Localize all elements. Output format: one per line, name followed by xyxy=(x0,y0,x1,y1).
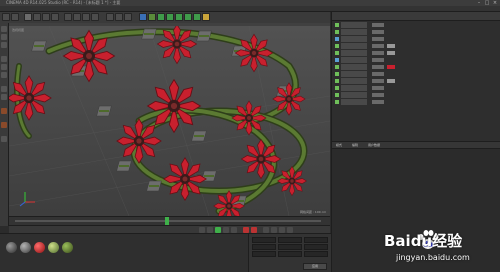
list-item[interactable] xyxy=(332,50,500,56)
x-axis-icon[interactable] xyxy=(64,13,72,21)
render-settings-icon[interactable] xyxy=(124,13,132,21)
list-item[interactable] xyxy=(332,43,500,49)
list-item[interactable] xyxy=(332,92,500,98)
position-x-field[interactable] xyxy=(252,237,276,243)
grid-spacing-info: 网格间距 : 100 cm xyxy=(300,210,327,214)
y-axis-icon[interactable] xyxy=(73,13,81,21)
snap-icon[interactable] xyxy=(1,86,7,92)
perspective-viewport[interactable] xyxy=(9,26,330,216)
array-icon[interactable] xyxy=(166,13,174,21)
redo-icon[interactable] xyxy=(11,13,19,21)
material-ball[interactable] xyxy=(48,242,59,253)
list-item[interactable] xyxy=(332,71,500,77)
sculpt-icon[interactable] xyxy=(1,108,7,114)
environment-icon[interactable] xyxy=(184,13,192,21)
undo-icon[interactable] xyxy=(2,13,10,21)
material-manager xyxy=(0,233,248,272)
axis-mode-icon[interactable] xyxy=(1,42,7,48)
list-item[interactable] xyxy=(332,22,500,28)
rotation-b-field[interactable] xyxy=(304,251,328,257)
model-mode-icon[interactable] xyxy=(1,26,7,32)
position-z-field[interactable] xyxy=(252,251,276,257)
render-picture-icon[interactable] xyxy=(115,13,123,21)
material-ball[interactable] xyxy=(62,242,73,253)
rotate-tool-icon[interactable] xyxy=(51,13,59,21)
baidu-watermark: du Baidu经验 jingyan.baidu.com xyxy=(384,226,494,266)
render-view-icon[interactable] xyxy=(106,13,114,21)
size-y-field[interactable] xyxy=(278,244,302,250)
size-x-field[interactable] xyxy=(278,237,302,243)
texture-mode-icon[interactable] xyxy=(1,34,7,40)
deformer-icon[interactable] xyxy=(175,13,183,21)
subdivision-icon[interactable] xyxy=(157,13,165,21)
list-item[interactable] xyxy=(332,36,500,42)
list-item[interactable] xyxy=(332,85,500,91)
list-item[interactable] xyxy=(332,78,500,84)
rotation-h-field[interactable] xyxy=(304,237,328,243)
material-ball[interactable] xyxy=(20,242,31,253)
workplane-icon[interactable] xyxy=(1,94,7,100)
polygons-mode-icon[interactable] xyxy=(1,72,7,78)
viewport-label: 透视视图 xyxy=(12,28,25,32)
position-y-field[interactable] xyxy=(252,244,276,250)
rotation-p-field[interactable] xyxy=(304,244,328,250)
light-icon[interactable] xyxy=(202,13,210,21)
pen-spline-icon[interactable] xyxy=(148,13,156,21)
list-item[interactable] xyxy=(332,99,500,105)
scene-render xyxy=(9,26,330,216)
paint-icon[interactable] xyxy=(1,122,7,128)
material-ball[interactable] xyxy=(34,242,45,253)
edges-mode-icon[interactable] xyxy=(1,64,7,70)
left-tool-palette xyxy=(0,23,9,226)
attribute-tabs: 模式 编辑 用户数据 xyxy=(332,142,500,149)
object-manager xyxy=(331,12,500,141)
tab-user-data[interactable]: 用户数据 xyxy=(368,143,380,147)
cube-icon[interactable] xyxy=(139,13,147,21)
object-manager-menu[interactable] xyxy=(332,12,500,21)
list-item[interactable] xyxy=(332,64,500,70)
coordinate-manager: 应用 xyxy=(248,233,331,272)
size-z-field[interactable] xyxy=(278,251,302,257)
tab-mode[interactable]: 模式 xyxy=(336,143,342,147)
material-ball[interactable] xyxy=(6,242,17,253)
coordinate-system-icon[interactable] xyxy=(91,13,99,21)
apply-button[interactable]: 应用 xyxy=(303,263,327,270)
list-item[interactable] xyxy=(332,29,500,35)
watermark-brand: Baidu经验 xyxy=(384,232,463,250)
move-tool-icon[interactable] xyxy=(33,13,41,21)
z-axis-icon[interactable] xyxy=(82,13,90,21)
scale-tool-icon[interactable] xyxy=(42,13,50,21)
list-item[interactable] xyxy=(332,57,500,63)
points-mode-icon[interactable] xyxy=(1,56,7,62)
watermark-url: jingyan.baidu.com xyxy=(396,253,470,262)
select-tool-icon[interactable] xyxy=(24,13,32,21)
tab-edit[interactable]: 编辑 xyxy=(352,143,358,147)
lock-icon[interactable] xyxy=(1,136,7,142)
camera-icon[interactable] xyxy=(193,13,201,21)
